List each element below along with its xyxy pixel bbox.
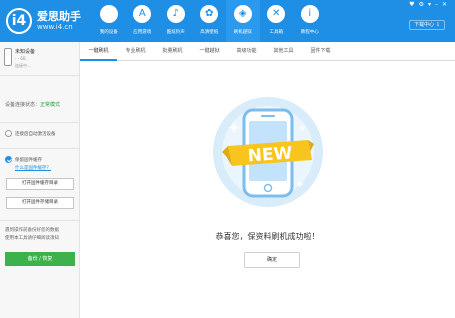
nav-item-flash-jailbreak[interactable]: ◈ 刷机越狱 (226, 0, 260, 42)
device-card[interactable]: 未知设备 - - 6B 连接中... (0, 42, 80, 76)
open-storage-dir-button[interactable]: 打开固件存储目录 (6, 197, 74, 209)
tab-pro-flash[interactable]: 专业刷机 (117, 42, 154, 61)
tab-firmware-download[interactable]: 固件下载 (302, 42, 339, 61)
nav-item-ringtones[interactable]: ♪ 酷炫铃声 (159, 0, 193, 42)
nav-label: 酷炫铃声 (166, 30, 185, 35)
tab-one-click-flash[interactable]: 一键刷机 (80, 42, 117, 61)
appstore-icon: A (133, 5, 152, 23)
top-bar: i4 爱思助手 www.i4.cn 我的设备 A 应用游戏 ♪ 酷炫铃声 ✿ 高… (0, 0, 455, 42)
backup-note-1: 遇到操作前备份好您的数据 (5, 228, 59, 233)
nav-label: 我的设备 (99, 30, 118, 35)
nav-item-wallpapers[interactable]: ✿ 高清壁纸 (193, 0, 227, 42)
backup-note-2: 使用本工具请仔细阅读须知 (5, 236, 59, 241)
tab-batch-flash[interactable]: 批量刷机 (154, 42, 191, 61)
phone-icon (4, 48, 12, 66)
auto-activate-label: 连接后自动激活设备 (15, 131, 56, 137)
app-name: 爱思助手 (37, 10, 81, 23)
new-badge-text: NEW (247, 143, 293, 166)
keep-firmware-checkbox[interactable] (5, 156, 12, 163)
keep-firmware-option[interactable]: 保留固件缓存 (5, 156, 42, 163)
keep-firmware-label: 保留固件缓存 (15, 157, 42, 163)
nav-label: 应用游戏 (133, 30, 152, 35)
open-cache-dir-button[interactable]: 打开固件缓存目录 (6, 178, 74, 190)
window-controls: ♥ ⚙ ▾ – ✕ (409, 1, 447, 9)
divider (0, 122, 80, 123)
divider (0, 148, 80, 149)
main-nav: 我的设备 A 应用游戏 ♪ 酷炫铃声 ✿ 高清壁纸 ◈ 刷机越狱 ✕ 工具箱 i… (92, 0, 327, 42)
sidebar: 未知设备 - - 6B 连接中... 设备连接状态：正常模式 连接后自动激活设备… (0, 42, 80, 318)
apple-icon (99, 5, 118, 23)
success-illustration: NEW (213, 97, 323, 207)
device-status: 连接中... (15, 63, 31, 68)
confirm-button[interactable]: 确定 (244, 252, 300, 268)
connection-status: 设备连接状态：正常模式 (5, 101, 60, 108)
app-url: www.i4.cn (37, 23, 73, 31)
info-icon: i (300, 5, 319, 23)
nav-item-apps[interactable]: A 应用游戏 (126, 0, 160, 42)
divider (0, 220, 80, 221)
device-name: 未知设备 (15, 49, 36, 55)
success-message: 恭喜您，保资料刷机成功啦！ (215, 232, 320, 241)
firmware-cache-link[interactable]: 什么是固件缓存？ (15, 165, 51, 171)
auto-activate-option[interactable]: 连接后自动激活设备 (5, 130, 56, 137)
device-model: - - 6B (15, 56, 26, 61)
backup-restore-button[interactable]: 备份 / 恢复 (5, 252, 75, 266)
tab-one-click-jailbreak[interactable]: 一键越狱 (191, 42, 228, 61)
connection-label: 设备连接状态： (5, 102, 41, 108)
nav-item-tutorials[interactable]: i 教程中心 (293, 0, 327, 42)
nav-item-toolbox[interactable]: ✕ 工具箱 (260, 0, 294, 42)
nav-label: 刷机越狱 (233, 30, 252, 35)
auto-activate-radio[interactable] (5, 130, 12, 137)
download-center-button[interactable]: 下载中心 ⇩ (409, 20, 445, 30)
nav-label: 工具箱 (269, 30, 284, 35)
gear-icon[interactable]: ⚙ (419, 1, 424, 9)
tab-other-tools[interactable]: 其他工具 (265, 42, 302, 61)
close-icon[interactable]: ✕ (442, 1, 447, 9)
tab-bar: 一键刷机 专业刷机 批量刷机 一键越狱 高级功能 其他工具 固件下载 (80, 42, 455, 61)
tab-advanced[interactable]: 高级功能 (228, 42, 265, 61)
heart-icon[interactable]: ♥ (409, 1, 414, 9)
app-window: i4 爱思助手 www.i4.cn 我的设备 A 应用游戏 ♪ 酷炫铃声 ✿ 高… (0, 0, 455, 318)
menu-icon[interactable]: ▾ (428, 1, 431, 9)
tools-icon: ✕ (267, 5, 286, 23)
minimize-icon[interactable]: – (435, 1, 438, 9)
nav-item-my-device[interactable]: 我的设备 (92, 0, 126, 42)
bell-icon: ♪ (166, 5, 185, 23)
main-content: NEW 恭喜您，保资料刷机成功啦！ 确定 (80, 62, 455, 318)
dropbox-icon: ◈ (233, 5, 252, 23)
connection-value: 正常模式 (40, 102, 61, 108)
nav-label: 高清壁纸 (200, 30, 219, 35)
flower-icon: ✿ (200, 5, 219, 23)
logo: i4 爱思助手 www.i4.cn (6, 6, 96, 36)
logo-icon: i4 (6, 8, 32, 34)
nav-label: 教程中心 (300, 30, 319, 35)
